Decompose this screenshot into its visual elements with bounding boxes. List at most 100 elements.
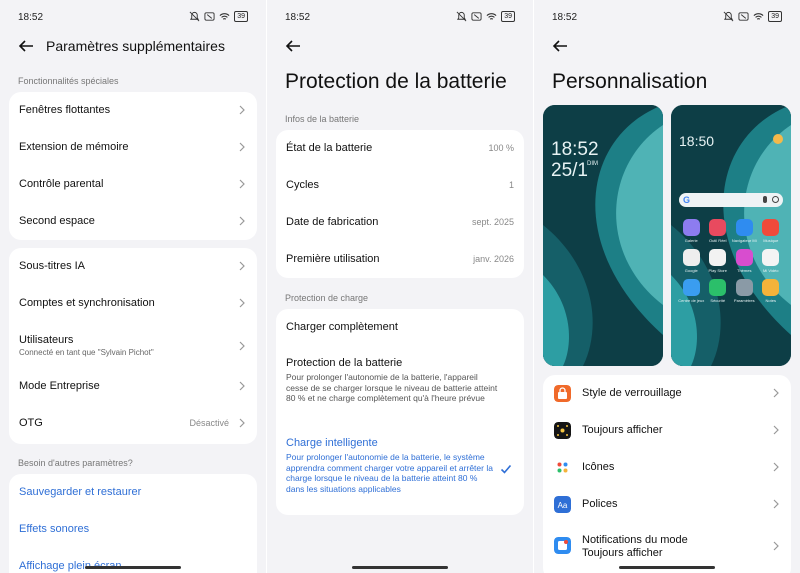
- google-search-bar: G: [679, 193, 783, 207]
- lens-icon: [772, 196, 779, 203]
- chevron-right-icon: [239, 381, 245, 391]
- app-shortcut[interactable]: Sécurité: [705, 279, 732, 303]
- chevron-right-icon: [239, 179, 245, 189]
- manufacture-date-value: sept. 2025: [471, 217, 514, 227]
- row-enterprise-mode[interactable]: Mode Entreprise: [9, 368, 257, 405]
- row-second-space[interactable]: Second espace: [9, 203, 257, 240]
- notification-icon: [554, 537, 571, 554]
- chevron-right-icon: [239, 142, 245, 152]
- app-shortcut[interactable]: Thèmes: [731, 249, 758, 273]
- app-icon: [735, 279, 753, 296]
- back-arrow-icon[interactable]: [550, 36, 570, 56]
- status-bar: 18:52 39: [18, 10, 248, 26]
- link-backup-restore[interactable]: Sauvegarder et restaurer: [9, 474, 257, 511]
- otg-status: Désactivé: [189, 418, 229, 428]
- app-label: Google: [684, 268, 698, 273]
- always-on-display-icon: [554, 422, 571, 439]
- app-icon: [709, 279, 727, 296]
- link-sound-effects[interactable]: Effets sonores: [9, 511, 257, 548]
- lock-preview-time: 18:52: [551, 139, 599, 160]
- chevron-right-icon: [773, 388, 779, 398]
- app-icon: [709, 219, 727, 236]
- app-icon: [762, 279, 780, 296]
- card-battery-info: État de la batterie 100 % Cycles 1 Date de…: [276, 130, 524, 278]
- app-shortcut[interactable]: Notes: [758, 279, 785, 303]
- lock-screen-preview[interactable]: 18:52 25/1 DIM: [543, 105, 663, 366]
- card-charge-options: Charger complètement Protection de la ba…: [276, 309, 524, 515]
- row-floating-windows[interactable]: Fenêtres flottantes: [9, 92, 257, 129]
- smart-charge-description: Pour prolonger l'autonomie de la batteri…: [286, 452, 493, 494]
- app-shortcut[interactable]: Google: [678, 249, 705, 273]
- panel-personalization: 18:52 39 Personnalisation 18:52 25/1 DIM: [534, 0, 800, 573]
- item-always-on-display[interactable]: Toujours afficher: [543, 412, 791, 449]
- row-parental-control[interactable]: Contrôle parental: [9, 166, 257, 203]
- battery-protection-description: Pour prolonger l'autonomie de la batteri…: [286, 372, 498, 403]
- app-shortcut[interactable]: Musique: [758, 219, 785, 243]
- app-label: Thèmes: [737, 268, 752, 273]
- row-cycles: Cycles 1: [286, 179, 514, 191]
- app-shortcut[interactable]: Navigateur Mi: [731, 219, 758, 243]
- wifi-icon: [219, 13, 230, 20]
- fonts-icon-text: Aa: [558, 501, 568, 510]
- row-memory-extension[interactable]: Extension de mémoire: [9, 129, 257, 166]
- home-preview-time: 18:50: [679, 133, 715, 149]
- item-aod-notifications[interactable]: Notifications du mode Toujours afficher: [543, 525, 791, 567]
- chevron-right-icon: [239, 418, 245, 428]
- app-shortcut[interactable]: Galerie: [678, 219, 705, 243]
- app-shortcut[interactable]: Play Store: [705, 249, 732, 273]
- back-arrow-icon[interactable]: [283, 36, 303, 56]
- status-bar: 18:52 39: [285, 10, 515, 26]
- option-smart-charge[interactable]: Charge intelligente Pour prolonger l'aut…: [276, 427, 524, 513]
- chevron-right-icon: [773, 541, 779, 551]
- chevron-right-icon: [773, 499, 779, 509]
- row-ai-subtitles[interactable]: Sous-titres IA: [9, 248, 257, 285]
- mute-bell-icon: [723, 11, 734, 22]
- app-shortcut[interactable]: Mi Vidéo: [758, 249, 785, 273]
- status-time: 18:52: [552, 12, 578, 23]
- chevron-right-icon: [239, 261, 245, 271]
- section-header-charge-protection: Protection de charge: [285, 293, 369, 303]
- wifi-icon: [486, 13, 497, 20]
- checkmark-icon: [500, 464, 512, 474]
- row-first-use: Première utilisation janv. 2026: [286, 253, 514, 265]
- gesture-bar[interactable]: [352, 566, 448, 569]
- mute-bell-icon: [189, 11, 200, 22]
- app-label: Galerie: [684, 238, 698, 243]
- app-label: Navigateur Mi: [731, 238, 757, 243]
- app-icon: [682, 249, 700, 266]
- row-manufacture-date: Date de fabrication sept. 2025: [286, 216, 514, 228]
- gesture-bar[interactable]: [85, 566, 181, 569]
- home-screen-preview[interactable]: 18:50 G Galerie Outil Réel Navigateur Mi Mu…: [671, 105, 791, 366]
- status-icons: 39: [456, 11, 515, 22]
- wifi-icon: [753, 13, 764, 20]
- item-fonts[interactable]: Aa Polices: [543, 486, 791, 523]
- item-lock-style[interactable]: Style de verrouillage: [543, 375, 791, 412]
- row-otg[interactable]: OTG Désactivé: [9, 405, 257, 442]
- back-arrow-icon[interactable]: [16, 36, 36, 56]
- option-full-charge[interactable]: Charger complètement: [276, 309, 524, 346]
- app-label: Outil Réel: [708, 238, 727, 243]
- app-icon: [762, 219, 780, 236]
- app-shortcut[interactable]: Paramètres: [731, 279, 758, 303]
- app-label: Sécurité: [710, 298, 726, 303]
- page-title: Paramètres supplémentaires: [46, 38, 225, 54]
- battery-state-value: 100 %: [488, 143, 514, 153]
- row-users[interactable]: Utilisateurs Connecté en tant que "Sylvai…: [9, 326, 257, 368]
- chevron-right-icon: [239, 105, 245, 115]
- weather-sun-icon: [773, 134, 783, 144]
- nfc-icon: [471, 12, 482, 21]
- battery-level: 39: [501, 11, 515, 22]
- icons-grid-icon: [554, 459, 571, 476]
- row-accounts-sync[interactable]: Comptes et synchronisation: [9, 285, 257, 322]
- page-title: Protection de la batterie: [285, 70, 507, 93]
- gesture-bar[interactable]: [619, 566, 715, 569]
- app-label: Mi Vidéo: [763, 268, 779, 273]
- link-fullscreen-display[interactable]: Affichage plein écran: [9, 548, 257, 573]
- app-shortcut[interactable]: Centre de jeux: [678, 279, 705, 303]
- mute-bell-icon: [456, 11, 467, 22]
- section-header-battery-info: Infos de la batterie: [285, 114, 360, 124]
- item-icons[interactable]: Icônes: [543, 449, 791, 486]
- battery-level: 39: [768, 11, 782, 22]
- option-battery-protection[interactable]: Protection de la batterie Pour prolonger…: [276, 347, 524, 423]
- app-shortcut[interactable]: Outil Réel: [705, 219, 732, 243]
